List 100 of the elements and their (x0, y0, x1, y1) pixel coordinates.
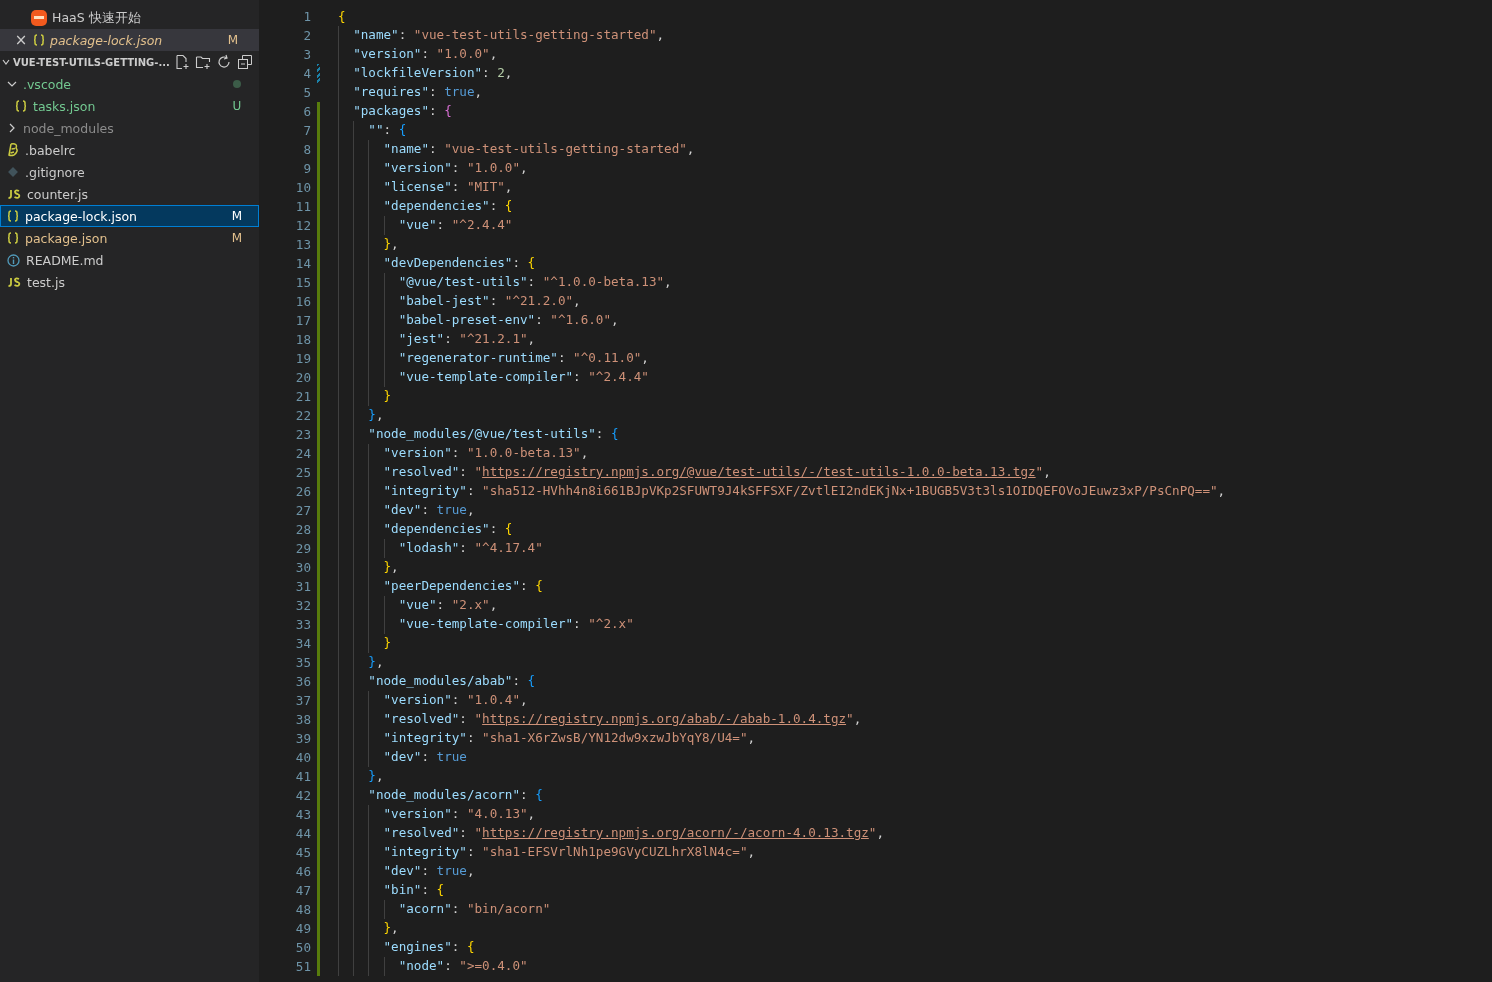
code-line: "name": "vue-test-utils-getting-started", (338, 140, 695, 159)
code-line: "vue": "2.x", (338, 596, 498, 615)
line-number: 36 (294, 674, 312, 689)
line-number: 29 (294, 541, 312, 556)
line-number: 11 (294, 199, 312, 214)
line-number: 13 (294, 237, 312, 252)
code-line: "node_modules/@vue/test-utils": { (338, 425, 619, 444)
chevron-down-icon (7, 79, 17, 89)
code-line: "node_modules/acorn": { (338, 786, 543, 805)
line-number: 5 (302, 85, 312, 100)
line-number: 21 (294, 389, 312, 404)
code-line: }, (338, 558, 399, 577)
new-folder-icon[interactable] (195, 54, 211, 70)
file-name: .vscode (23, 76, 73, 92)
line-number: 48 (294, 902, 312, 917)
code-line: "lockfileVersion": 2, (338, 64, 513, 83)
file-name: package-lock.json (50, 32, 164, 48)
braces-icon (7, 232, 19, 244)
line-number: 8 (302, 142, 312, 157)
line-number: 39 (294, 731, 312, 746)
code-line: "vue-template-compiler": "^2.4.4" (338, 368, 649, 387)
line-number: 41 (294, 769, 312, 784)
code-line: "resolved": "https://registry.npmjs.org/abab/-/abab-1.0.4.tgz", (338, 710, 862, 729)
code-line: }, (338, 235, 399, 254)
file-name: package-lock.json (25, 208, 139, 224)
code-line: }, (338, 653, 384, 672)
line-number: 22 (294, 408, 312, 423)
line-number: 2 (302, 28, 312, 43)
code-line: "dev": true, (338, 862, 475, 881)
code-line: "vue": "^2.4.4" (338, 216, 513, 235)
line-number: 23 (294, 427, 312, 442)
code-line: "resolved": "https://registry.npmjs.org/acorn/-/acorn-4.0.13.tgz", (338, 824, 884, 843)
code-line: "requires": true, (338, 83, 483, 102)
tree-item[interactable]: README.md (0, 249, 259, 271)
code-line: "node": ">=0.4.0" (338, 957, 528, 976)
code-line: "name": "vue-test-utils-getting-started", (338, 26, 665, 45)
code-line: } (338, 387, 392, 406)
code-line: "babel-jest": "^21.2.0", (338, 292, 581, 311)
new-file-icon[interactable] (174, 54, 190, 70)
js-icon (7, 277, 21, 287)
close-icon[interactable]: × (14, 31, 28, 49)
tree-item[interactable]: node_modules (0, 117, 259, 139)
code-line: "jest": "^21.2.1", (338, 330, 536, 349)
open-editor-item[interactable]: × package-lock.json M (0, 29, 259, 51)
chevron-right-icon (7, 123, 17, 133)
line-number: 47 (294, 883, 312, 898)
file-name: HaaS 快速开始 (52, 9, 142, 27)
code-line: "lodash": "^4.17.4" (338, 539, 543, 558)
file-name: tasks.json (33, 98, 97, 114)
file-name: .gitignore (25, 164, 86, 180)
line-number: 15 (294, 275, 312, 290)
line-number: 42 (294, 788, 312, 803)
line-number: 33 (294, 617, 312, 632)
code-line: }, (338, 919, 399, 938)
code-line: } (338, 634, 392, 653)
letter-b-icon (7, 143, 19, 157)
line-number: 37 (294, 693, 312, 708)
tree-item[interactable]: test.js (0, 271, 259, 293)
line-number: 51 (294, 959, 312, 974)
collapse-all-icon[interactable] (237, 54, 253, 70)
tree-item[interactable]: counter.js (0, 183, 259, 205)
git-status-label: M (231, 209, 243, 223)
line-number: 35 (294, 655, 312, 670)
tree-item[interactable]: tasks.json U (0, 95, 259, 117)
chevron-down-icon (2, 58, 10, 66)
line-number: 26 (294, 484, 312, 499)
line-number: 14 (294, 256, 312, 271)
line-number: 31 (294, 579, 312, 594)
info-icon (7, 253, 20, 267)
line-number: 50 (294, 940, 312, 955)
line-number: 17 (294, 313, 312, 328)
code-line: "regenerator-runtime": "^0.11.0", (338, 349, 649, 368)
tree-item[interactable]: package.json M (0, 227, 259, 249)
section-title[interactable]: VUE-TEST-UTILS-GETTING-... (13, 56, 171, 68)
code-line: "babel-preset-env": "^1.6.0", (338, 311, 619, 330)
diamond-icon (7, 166, 19, 178)
file-name: counter.js (27, 186, 89, 202)
refresh-icon[interactable] (216, 54, 232, 70)
tree-item[interactable]: .babelrc (0, 139, 259, 161)
tree-item[interactable]: package-lock.json M (0, 205, 259, 227)
line-number: 7 (302, 123, 312, 138)
line-number: 1 (302, 9, 312, 24)
app-logo-icon (31, 10, 47, 26)
open-editor-item[interactable]: HaaS 快速开始 (0, 7, 259, 29)
code-line: "dependencies": { (338, 520, 513, 539)
tree-item[interactable]: .gitignore (0, 161, 259, 183)
braces-icon (33, 34, 45, 46)
line-number: 6 (302, 104, 312, 119)
line-number: 18 (294, 332, 312, 347)
line-number: 19 (294, 351, 312, 366)
code-line: }, (338, 767, 384, 786)
line-number: 10 (294, 180, 312, 195)
code-line: "vue-template-compiler": "^2.x" (338, 615, 634, 634)
line-number: 25 (294, 465, 312, 480)
code-line: "bin": { (338, 881, 445, 900)
line-number: 4 (302, 66, 312, 81)
line-number: 32 (294, 598, 312, 613)
tree-item[interactable]: .vscode (0, 73, 259, 95)
code-line: "dev": true, (338, 501, 475, 520)
code-line: "peerDependencies": { (338, 577, 543, 596)
